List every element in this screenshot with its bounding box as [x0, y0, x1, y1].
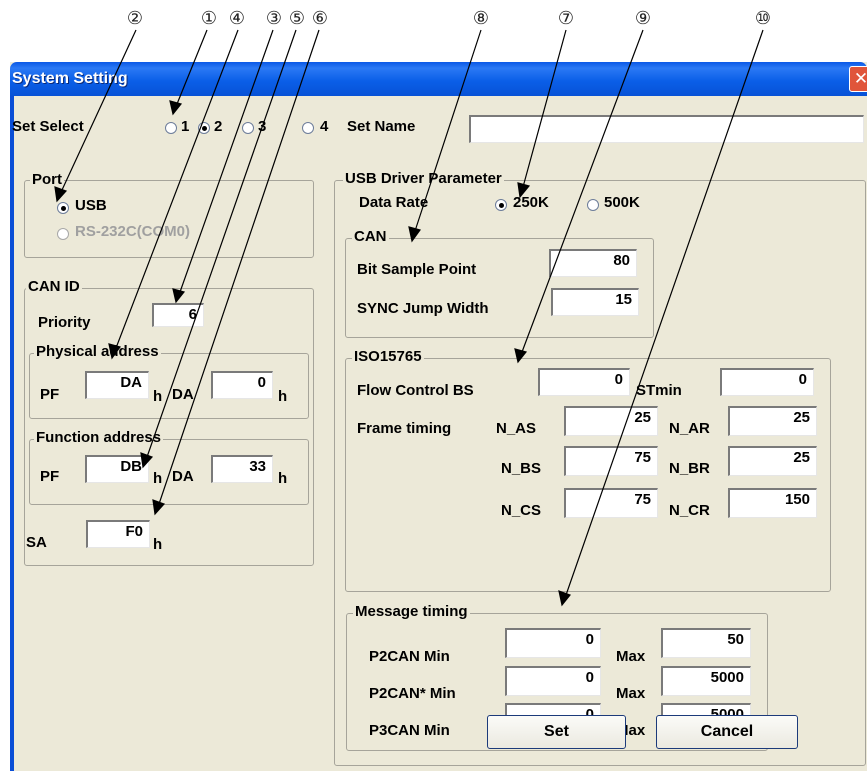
- set-radio-2[interactable]: [198, 122, 210, 134]
- set-option-2-label: 2: [214, 118, 223, 135]
- can-id-title: CAN ID: [26, 278, 82, 295]
- port-usb-label: USB: [75, 197, 107, 214]
- callout-1: ①: [200, 8, 218, 28]
- close-icon: ✕: [853, 69, 867, 88]
- callout-4: ④: [228, 8, 246, 28]
- physical-address-title: Physical address: [34, 343, 161, 360]
- stmin-input[interactable]: 0: [720, 368, 814, 396]
- function-pf-input[interactable]: DB: [85, 455, 149, 483]
- sync-jump-input[interactable]: 15: [551, 288, 639, 316]
- dialog-title: System Setting: [12, 70, 128, 87]
- set-radio-1[interactable]: [165, 122, 177, 134]
- set-option-4-label: 4: [320, 118, 329, 135]
- callout-10: ⑩: [754, 8, 772, 28]
- rate-250k-label: 250K: [513, 194, 549, 211]
- n-cr-input[interactable]: 150: [728, 488, 817, 518]
- set-option-3-label: 3: [258, 118, 267, 135]
- set-name-label: Set Name: [347, 118, 416, 135]
- sync-jump-label: SYNC Jump Width: [357, 300, 489, 317]
- n-bs-input[interactable]: 75: [564, 446, 658, 476]
- physical-da-h-label: h: [278, 388, 288, 405]
- function-address-title: Function address: [34, 429, 164, 446]
- port-group: [24, 180, 314, 258]
- callout-9: ⑨: [634, 8, 652, 28]
- n-ar-input[interactable]: 25: [728, 406, 817, 436]
- n-as-label: N_AS: [496, 420, 537, 437]
- n-cs-input[interactable]: 75: [564, 488, 658, 518]
- callout-3: ③: [265, 8, 283, 28]
- priority-input[interactable]: 6: [152, 303, 204, 327]
- set-radio-4[interactable]: [302, 122, 314, 134]
- callout-2: ②: [126, 8, 144, 28]
- set-button[interactable]: Set: [487, 715, 626, 749]
- n-br-label: N_BR: [669, 460, 710, 477]
- port-rs232-radio: [57, 228, 69, 240]
- bit-sample-label: Bit Sample Point: [357, 261, 477, 278]
- data-rate-label: Data Rate: [359, 194, 429, 211]
- message-timing-title: Message timing: [353, 603, 470, 620]
- sa-label: SA: [26, 534, 47, 551]
- priority-label: Priority: [38, 314, 91, 331]
- p2can-star-max-input[interactable]: 5000: [661, 666, 751, 696]
- set-radio-3[interactable]: [242, 122, 254, 134]
- cancel-button[interactable]: Cancel: [656, 715, 798, 749]
- n-as-input[interactable]: 25: [564, 406, 658, 436]
- usb-driver-title: USB Driver Parameter: [343, 170, 504, 187]
- port-usb-radio[interactable]: [57, 202, 69, 214]
- physical-da-label: DA: [172, 386, 194, 403]
- n-br-input[interactable]: 25: [728, 446, 817, 476]
- p2can-min-input[interactable]: 0: [505, 628, 601, 658]
- p2can-star-min-input[interactable]: 0: [505, 666, 601, 696]
- frame-timing-label: Frame timing: [357, 420, 452, 437]
- set-option-1-label: 1: [181, 118, 190, 135]
- can-group-title: CAN: [352, 228, 389, 245]
- bit-sample-input[interactable]: 80: [549, 249, 637, 277]
- p2can-max-label: Max: [616, 648, 646, 665]
- p2can-star-min-label: P2CAN* Min: [369, 685, 456, 702]
- n-cr-label: N_CR: [669, 502, 710, 519]
- p2can-star-max-label: Max: [616, 685, 646, 702]
- p3can-min-label: P3CAN Min: [369, 722, 450, 739]
- n-ar-label: N_AR: [669, 420, 710, 437]
- physical-pf-label: PF: [40, 386, 60, 403]
- callout-8: ⑧: [472, 8, 490, 28]
- sa-input[interactable]: F0: [86, 520, 150, 548]
- rate-500k-label: 500K: [604, 194, 640, 211]
- rate-500k-radio[interactable]: [587, 199, 599, 211]
- set-select-label: Set Select: [12, 118, 84, 135]
- n-cs-label: N_CS: [501, 502, 542, 519]
- set-name-input[interactable]: [469, 115, 864, 143]
- system-setting-dialog: System Setting ✕ Set Select 1 2 3 4 Set …: [10, 62, 867, 771]
- iso15765-title: ISO15765: [352, 348, 424, 365]
- flow-bs-label: Flow Control BS: [357, 382, 474, 399]
- title-bar[interactable]: System Setting ✕: [10, 62, 867, 96]
- flow-bs-input[interactable]: 0: [538, 368, 630, 396]
- port-rs232-label: RS-232C(COM0): [75, 223, 191, 240]
- function-pf-label: PF: [40, 468, 60, 485]
- function-da-input[interactable]: 33: [211, 455, 273, 483]
- rate-250k-radio[interactable]: [495, 199, 507, 211]
- callout-7: ⑦: [557, 8, 575, 28]
- physical-pf-input[interactable]: DA: [85, 371, 149, 399]
- function-da-h-label: h: [278, 470, 288, 487]
- sa-h-label: h: [153, 536, 163, 553]
- port-group-title: Port: [30, 171, 64, 188]
- p2can-max-input[interactable]: 50: [661, 628, 751, 658]
- p2can-min-label: P2CAN Min: [369, 648, 450, 665]
- function-da-label: DA: [172, 468, 194, 485]
- n-bs-label: N_BS: [501, 460, 542, 477]
- window-border: [10, 96, 14, 771]
- stmin-label: STmin: [636, 382, 682, 399]
- physical-da-input[interactable]: 0: [211, 371, 273, 399]
- physical-h-label: h: [153, 388, 163, 405]
- callout-6: ⑥: [311, 8, 329, 28]
- function-h-label: h: [153, 470, 163, 487]
- callout-5: ⑤: [288, 8, 306, 28]
- close-button[interactable]: ✕: [849, 66, 867, 92]
